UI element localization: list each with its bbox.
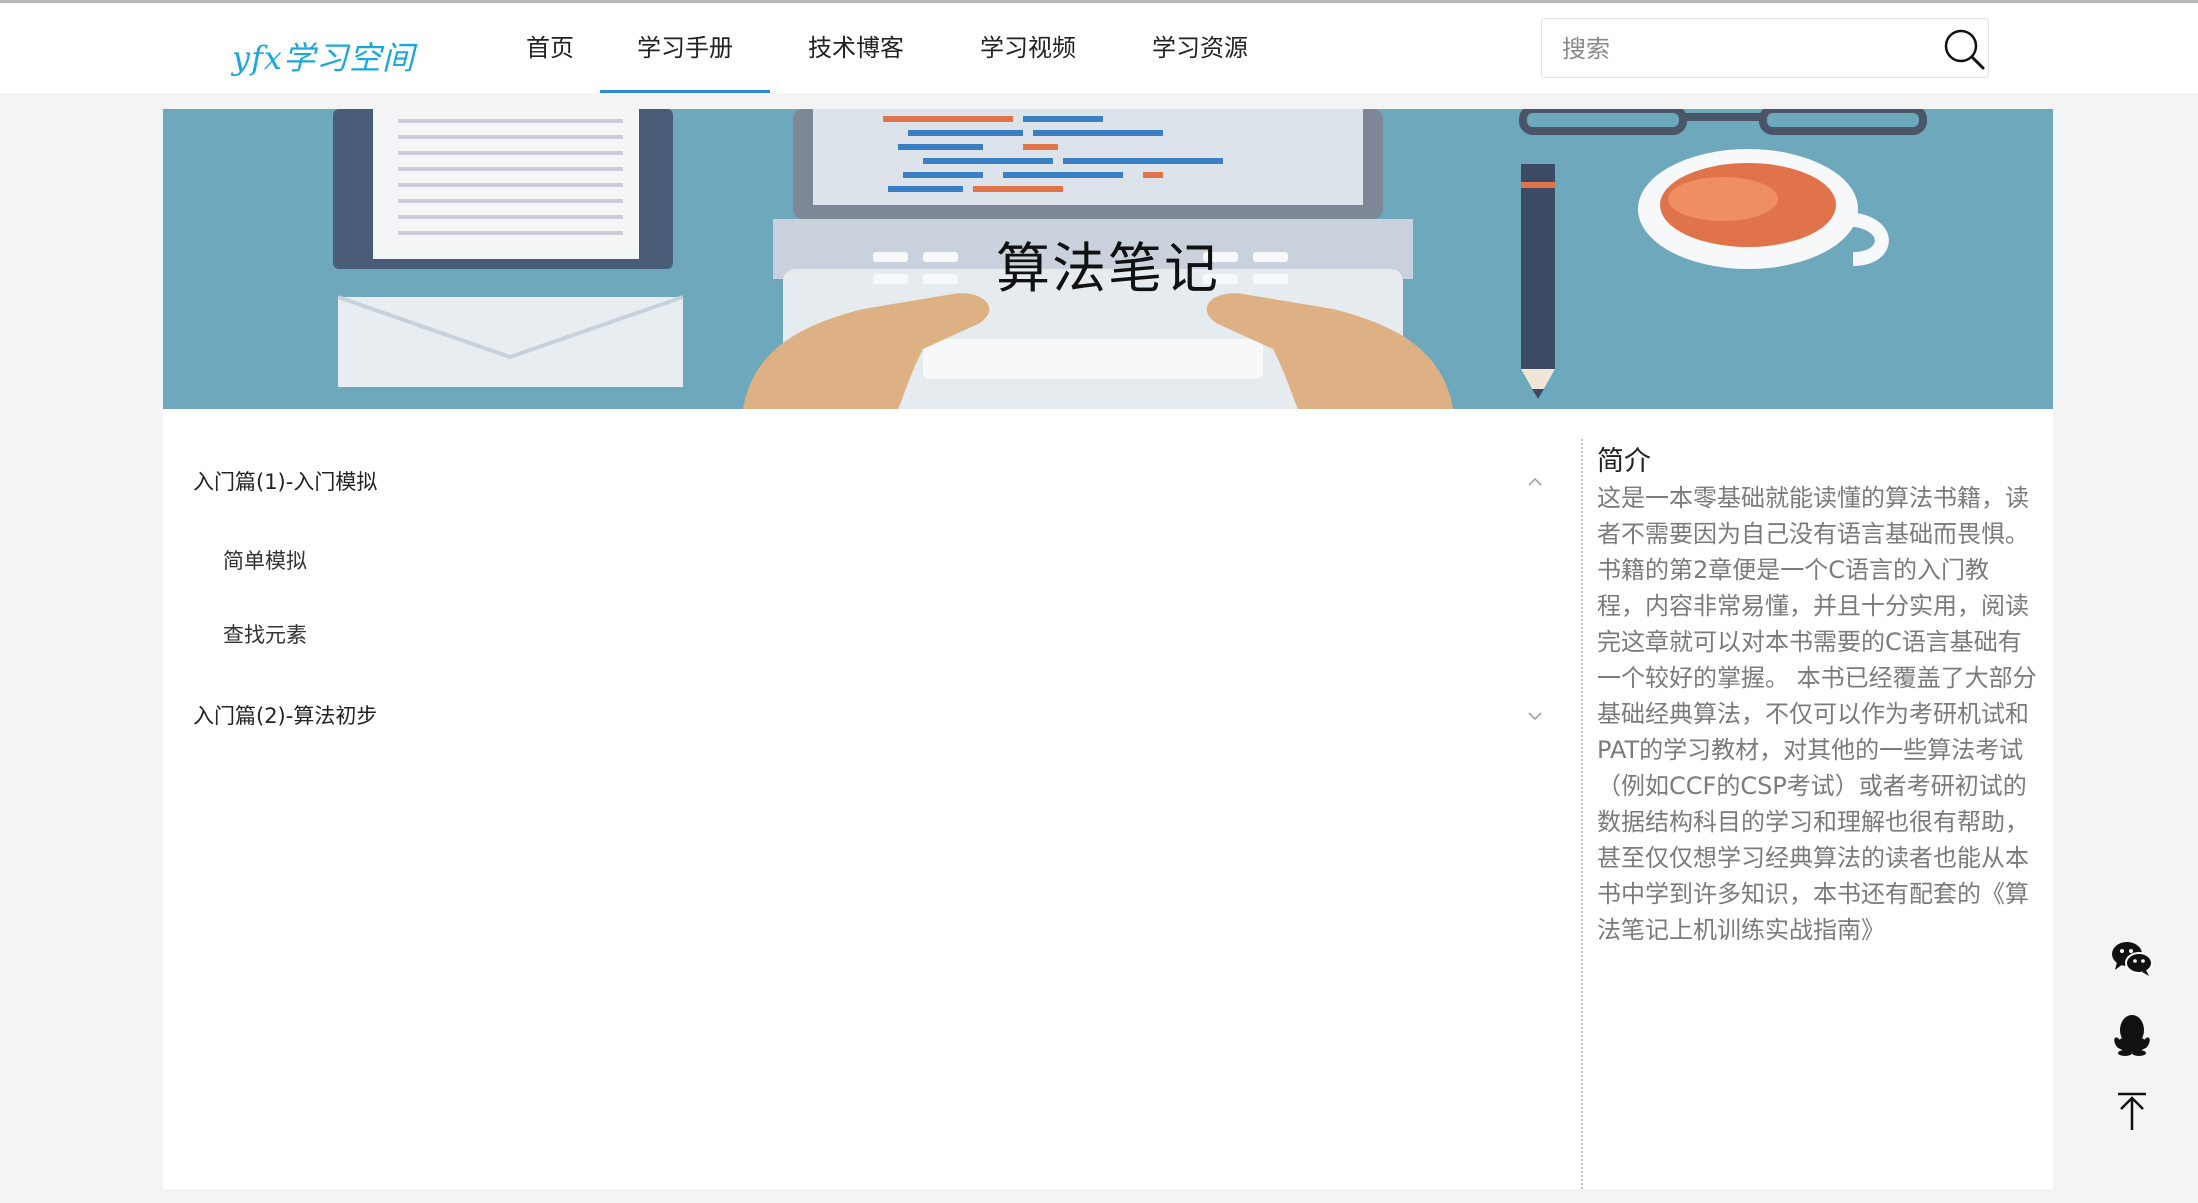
nav-study-manual[interactable]: 学习手册: [600, 3, 770, 93]
book-content: 入门篇(1)-入门模拟 简单模拟 查找元素 入门篇(2)-算法初步 简介 这是一…: [163, 409, 2053, 1189]
chapter-catalog: 入门篇(1)-入门模拟 简单模拟 查找元素 入门篇(2)-算法初步: [163, 409, 1581, 1189]
search-input[interactable]: [1562, 27, 1922, 71]
site-header: yfx学习空间 首页 学习手册 技术博客 学习视频 学习资源: [0, 3, 2198, 93]
chapter-title: 入门篇(2)-算法初步: [193, 704, 378, 728]
section-item[interactable]: 简单模拟: [223, 539, 307, 583]
banner-title: 算法笔记: [996, 237, 1220, 300]
chapter-item[interactable]: 入门篇(2)-算法初步: [193, 691, 1573, 741]
nav-home[interactable]: 首页: [490, 3, 610, 93]
section-item[interactable]: 查找元素: [223, 613, 307, 657]
qq-icon[interactable]: [2108, 1010, 2156, 1058]
chevron-up-icon[interactable]: [1527, 474, 1543, 490]
column-divider: [1581, 439, 1583, 1189]
chapter-title: 入门篇(1)-入门模拟: [193, 470, 378, 494]
nav-study-resources[interactable]: 学习资源: [1130, 3, 1270, 93]
wechat-icon[interactable]: [2108, 934, 2156, 982]
intro-title: 简介: [1597, 446, 1651, 477]
site-logo[interactable]: yfx学习空间: [232, 33, 415, 79]
search-box: [1541, 18, 1989, 78]
book-banner: 算法笔记: [163, 109, 2053, 409]
back-to-top-icon[interactable]: [2108, 1086, 2156, 1134]
intro-text: 这是一本零基础就能读懂的算法书籍，读者不需要因为自己没有语言基础而畏惧。书籍的第…: [1597, 484, 2037, 944]
chevron-down-icon[interactable]: [1527, 708, 1543, 724]
search-icon[interactable]: [1942, 27, 1986, 71]
nav-tech-blog[interactable]: 技术博客: [786, 3, 926, 93]
chapter-item[interactable]: 入门篇(1)-入门模拟: [193, 457, 1573, 507]
book-intro: 简介 这是一本零基础就能读懂的算法书籍，读者不需要因为自己没有语言基础而畏惧。书…: [1597, 444, 2037, 948]
nav-study-video[interactable]: 学习视频: [958, 3, 1098, 93]
